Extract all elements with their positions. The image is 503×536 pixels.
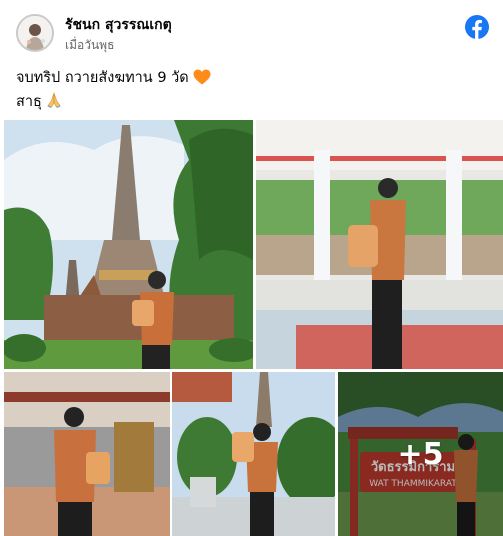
- caption-text-2: สาธุ: [16, 94, 42, 110]
- orange-heart-icon: [193, 69, 211, 85]
- avatar-image: [18, 16, 52, 50]
- caption-text-1: จบทริป ถวายสังฆทาน 9 วัด: [16, 70, 189, 86]
- post-timestamp[interactable]: เมื่อวันพุธ: [65, 36, 114, 55]
- facebook-icon[interactable]: [465, 15, 489, 39]
- post-photo-2[interactable]: [256, 120, 503, 369]
- author-name[interactable]: รัชนก สุวรรณเกตุ: [65, 14, 172, 36]
- more-photos-count: +5: [397, 436, 444, 472]
- garden-photo: [172, 372, 335, 536]
- caption-line-2: สาธุ: [16, 90, 211, 114]
- post-photo-3[interactable]: [4, 372, 170, 536]
- post-caption: จบทริป ถวายสังฆทาน 9 วัด สาธุ: [16, 66, 211, 114]
- facebook-post: รัชนก สุวรรณเกตุ เมื่อวันพุธ จบทริป ถวาย…: [0, 0, 503, 536]
- post-header: รัชนก สุวรรณเกตุ เมื่อวันพุธ: [0, 0, 503, 62]
- folded-hands-icon: [47, 92, 61, 108]
- avatar[interactable]: [16, 14, 54, 52]
- shrine-interior-photo: [4, 372, 170, 536]
- more-photos-overlay[interactable]: +5: [338, 372, 503, 536]
- caption-line-1: จบทริป ถวายสังฆทาน 9 วัด: [16, 66, 211, 90]
- post-photo-4[interactable]: [172, 372, 335, 536]
- post-photo-1[interactable]: [4, 120, 253, 369]
- post-photo-5[interactable]: วัดธรรมิการาม WAT THAMMIKARAT +5: [338, 372, 503, 536]
- temple-hall-photo: [256, 120, 503, 369]
- pagoda-photo: [4, 120, 253, 369]
